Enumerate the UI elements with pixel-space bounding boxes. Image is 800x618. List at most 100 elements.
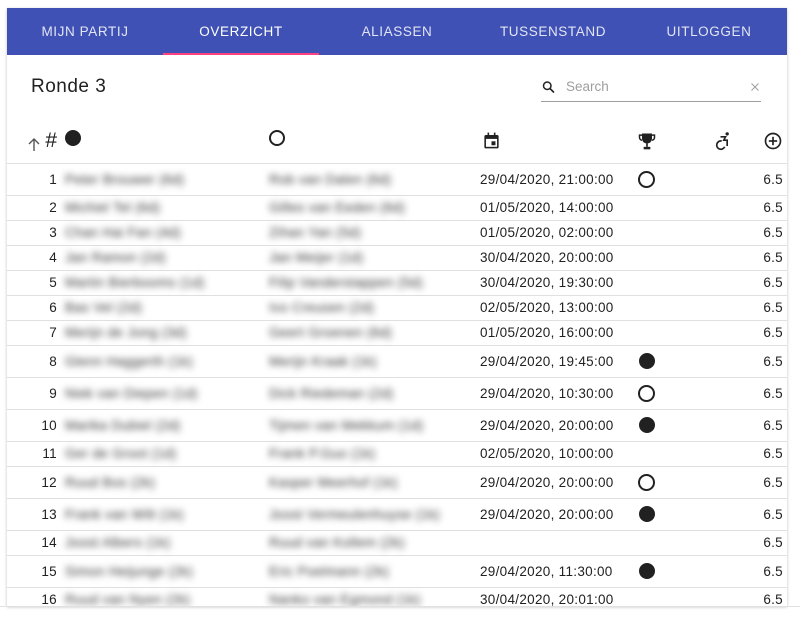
game-result [617, 498, 682, 531]
nav-tab-mijn-partij[interactable]: MIJN PARTIJ [7, 8, 163, 55]
column-header-number[interactable]: # [7, 119, 63, 164]
black-player-name: Ivo Creusen (2d) [267, 295, 468, 321]
black-player-name: Merijn Kraak (1k) [267, 345, 468, 378]
black-player-name: Ruud van Kollem (2k) [267, 530, 468, 556]
search-icon [542, 80, 555, 93]
white-player-name: Frank van Wilt (1k) [63, 498, 267, 531]
game-result [617, 555, 682, 588]
game-date: 29/04/2020, 11:30:00 [468, 555, 617, 588]
accessible-cell [682, 555, 745, 588]
white-stone-icon [638, 473, 655, 491]
game-result [617, 466, 682, 499]
accessible-cell [682, 530, 745, 556]
white-stone-icon [638, 384, 655, 402]
table-row[interactable]: 10 Marika Dubiel (2d) Tijmen van Mekkum (1… [7, 409, 787, 442]
black-player-name: Tijmen van Mekkum (1d) [267, 409, 468, 442]
black-player-name: Kasper Meerhof (1k) [267, 466, 468, 499]
game-result [617, 195, 682, 221]
row-number: 1 [7, 163, 63, 196]
accessible-cell [682, 466, 745, 499]
black-player-name: Geert Groenen (6d) [267, 320, 468, 346]
column-header-result[interactable] [617, 119, 682, 164]
table-row[interactable]: 1 Peter Brouwer (6d) Rob van Dalen (6d) 29/… [7, 163, 787, 196]
game-result [617, 245, 682, 271]
handicap-value: 6.5 [745, 245, 787, 271]
handicap-value: 6.5 [745, 295, 787, 321]
table-row[interactable]: 8 Glenn Haggerth (1k) Merijn Kraak (1k) 29/… [7, 345, 787, 378]
game-date: 29/04/2020, 21:00:00 [468, 163, 617, 196]
column-header-accessible[interactable] [682, 119, 745, 164]
row-number: 14 [7, 530, 63, 556]
handicap-value: 6.5 [745, 530, 787, 556]
table-row[interactable]: 11 Ger de Groot (1d) Frank P.Guo (1k) 02/05… [7, 441, 787, 467]
game-date: 01/05/2020, 02:00:00 [468, 220, 617, 246]
game-date: 30/04/2020, 20:01:00 [468, 587, 617, 606]
table-row[interactable]: 14 Joost Albers (1k) Ruud van Kollem (2k) 6… [7, 530, 787, 556]
game-result [617, 409, 682, 442]
nav-tab-aliassen[interactable]: ALIASSEN [319, 8, 475, 55]
table-row[interactable]: 16 Ruud van Nyen (2k) Nanko van Egmond (1k… [7, 587, 787, 606]
table-row[interactable]: 5 Martin Bierbooms (1d) Filip Vanderstappe… [7, 270, 787, 296]
table-row[interactable]: 6 Bas Vel (2d) Ivo Creusen (2d) 02/05/2020,… [7, 295, 787, 321]
table-row[interactable]: 9 Niek van Diepen (1d) Dick Riedeman (2d) 2… [7, 377, 787, 410]
row-number: 13 [7, 498, 63, 531]
column-header-black[interactable] [267, 119, 468, 164]
row-number: 6 [7, 295, 63, 321]
column-header-handicap[interactable] [745, 119, 787, 164]
close-icon[interactable] [749, 79, 761, 95]
black-player-name: Joost Vermeulenhuyse (1k) [267, 498, 468, 531]
black-player-name: Frank P.Guo (1k) [267, 441, 468, 467]
nav-tab-overzicht[interactable]: OVERZICHT [163, 8, 319, 55]
accessible-cell [682, 409, 745, 442]
table-row[interactable]: 13 Frank van Wilt (1k) Joost Vermeulenhuys… [7, 498, 787, 531]
nav-tab-tussenstand[interactable]: TUSSENSTAND [475, 8, 631, 55]
game-result [617, 163, 682, 196]
handicap-value: 6.5 [745, 466, 787, 499]
accessible-cell [682, 295, 745, 321]
filled-circle-icon [65, 130, 81, 147]
accessible-cell [682, 498, 745, 531]
game-result [617, 441, 682, 467]
white-player-name: Glenn Haggerth (1k) [63, 345, 267, 378]
game-result [617, 320, 682, 346]
table-row[interactable]: 3 Chan Hai Fan (4d) Zihan Yan (5d) 01/05/20… [7, 220, 787, 246]
white-player-name: Merijn de Jong (3d) [63, 320, 267, 346]
column-header-white[interactable] [63, 119, 267, 164]
row-number: 8 [7, 345, 63, 378]
game-date: 29/04/2020, 20:00:00 [468, 409, 617, 442]
black-stone-icon [638, 353, 655, 370]
calendar-icon [484, 132, 499, 149]
search-input[interactable] [564, 78, 745, 95]
accessible-cell [682, 163, 745, 196]
game-date: 30/04/2020, 20:00:00 [468, 245, 617, 271]
nav-tab-uitloggen[interactable]: UITLOGGEN [631, 8, 787, 55]
accessible-cell [682, 441, 745, 467]
row-number: 2 [7, 195, 63, 221]
table-row[interactable]: 12 Ruud Bos (2k) Kasper Meerhof (1k) 29/04/… [7, 466, 787, 499]
handicap-value: 6.5 [745, 345, 787, 378]
table-row[interactable]: 15 Simon Heijunge (2k) Eric Poelmann (2k) 2… [7, 555, 787, 588]
accessible-cell [682, 270, 745, 296]
table-row[interactable]: 4 Jan Ramon (2d) Jan Meijer (1d) 30/04/2020… [7, 245, 787, 271]
row-number: 7 [7, 320, 63, 346]
white-stone-icon [638, 170, 655, 188]
black-player-name: Gilles van Eeden (6d) [267, 195, 468, 221]
page-bottom-divider [0, 606, 800, 607]
handicap-value: 6.5 [745, 163, 787, 196]
table-row[interactable]: 7 Merijn de Jong (3d) Geert Groenen (6d) 01… [7, 320, 787, 346]
hash-label: # [45, 128, 57, 152]
white-player-name: Jan Ramon (2d) [63, 245, 267, 271]
handicap-value: 6.5 [745, 441, 787, 467]
black-player-name: Nanko van Egmond (1k) [267, 587, 468, 606]
game-date: 01/05/2020, 14:00:00 [468, 195, 617, 221]
handicap-value: 6.5 [745, 377, 787, 410]
game-date: 29/04/2020, 20:00:00 [468, 466, 617, 499]
table-row[interactable]: 2 Michiel Tel (6d) Gilles van Eeden (6d) 01… [7, 195, 787, 221]
row-number: 5 [7, 270, 63, 296]
game-result [617, 220, 682, 246]
black-stone-icon [638, 417, 655, 434]
column-header-date[interactable] [468, 119, 617, 164]
white-player-name: Chan Hai Fan (4d) [63, 220, 267, 246]
row-number: 10 [7, 409, 63, 442]
arrow-up-icon[interactable] [27, 136, 41, 152]
